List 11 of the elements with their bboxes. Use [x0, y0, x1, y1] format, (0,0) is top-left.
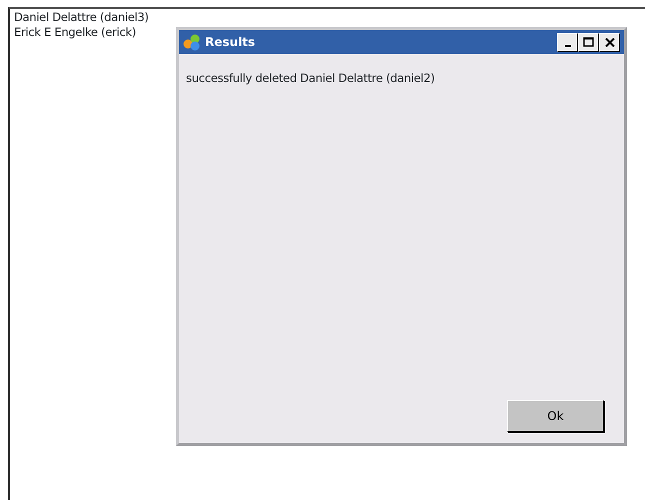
close-button[interactable]: [599, 32, 620, 52]
ok-button[interactable]: Ok: [507, 400, 604, 432]
minimize-icon: [564, 44, 570, 46]
maximize-button[interactable]: [578, 32, 599, 52]
close-icon: [604, 38, 614, 46]
minimize-button[interactable]: [557, 32, 578, 52]
window-title: Results: [205, 34, 256, 51]
list-item[interactable]: Daniel Delattre (daniel3): [14, 10, 645, 25]
app-icon: [183, 34, 201, 50]
maximize-icon: [583, 37, 594, 47]
result-message: successfully deleted Daniel Delattre (daniel2): [186, 70, 436, 87]
